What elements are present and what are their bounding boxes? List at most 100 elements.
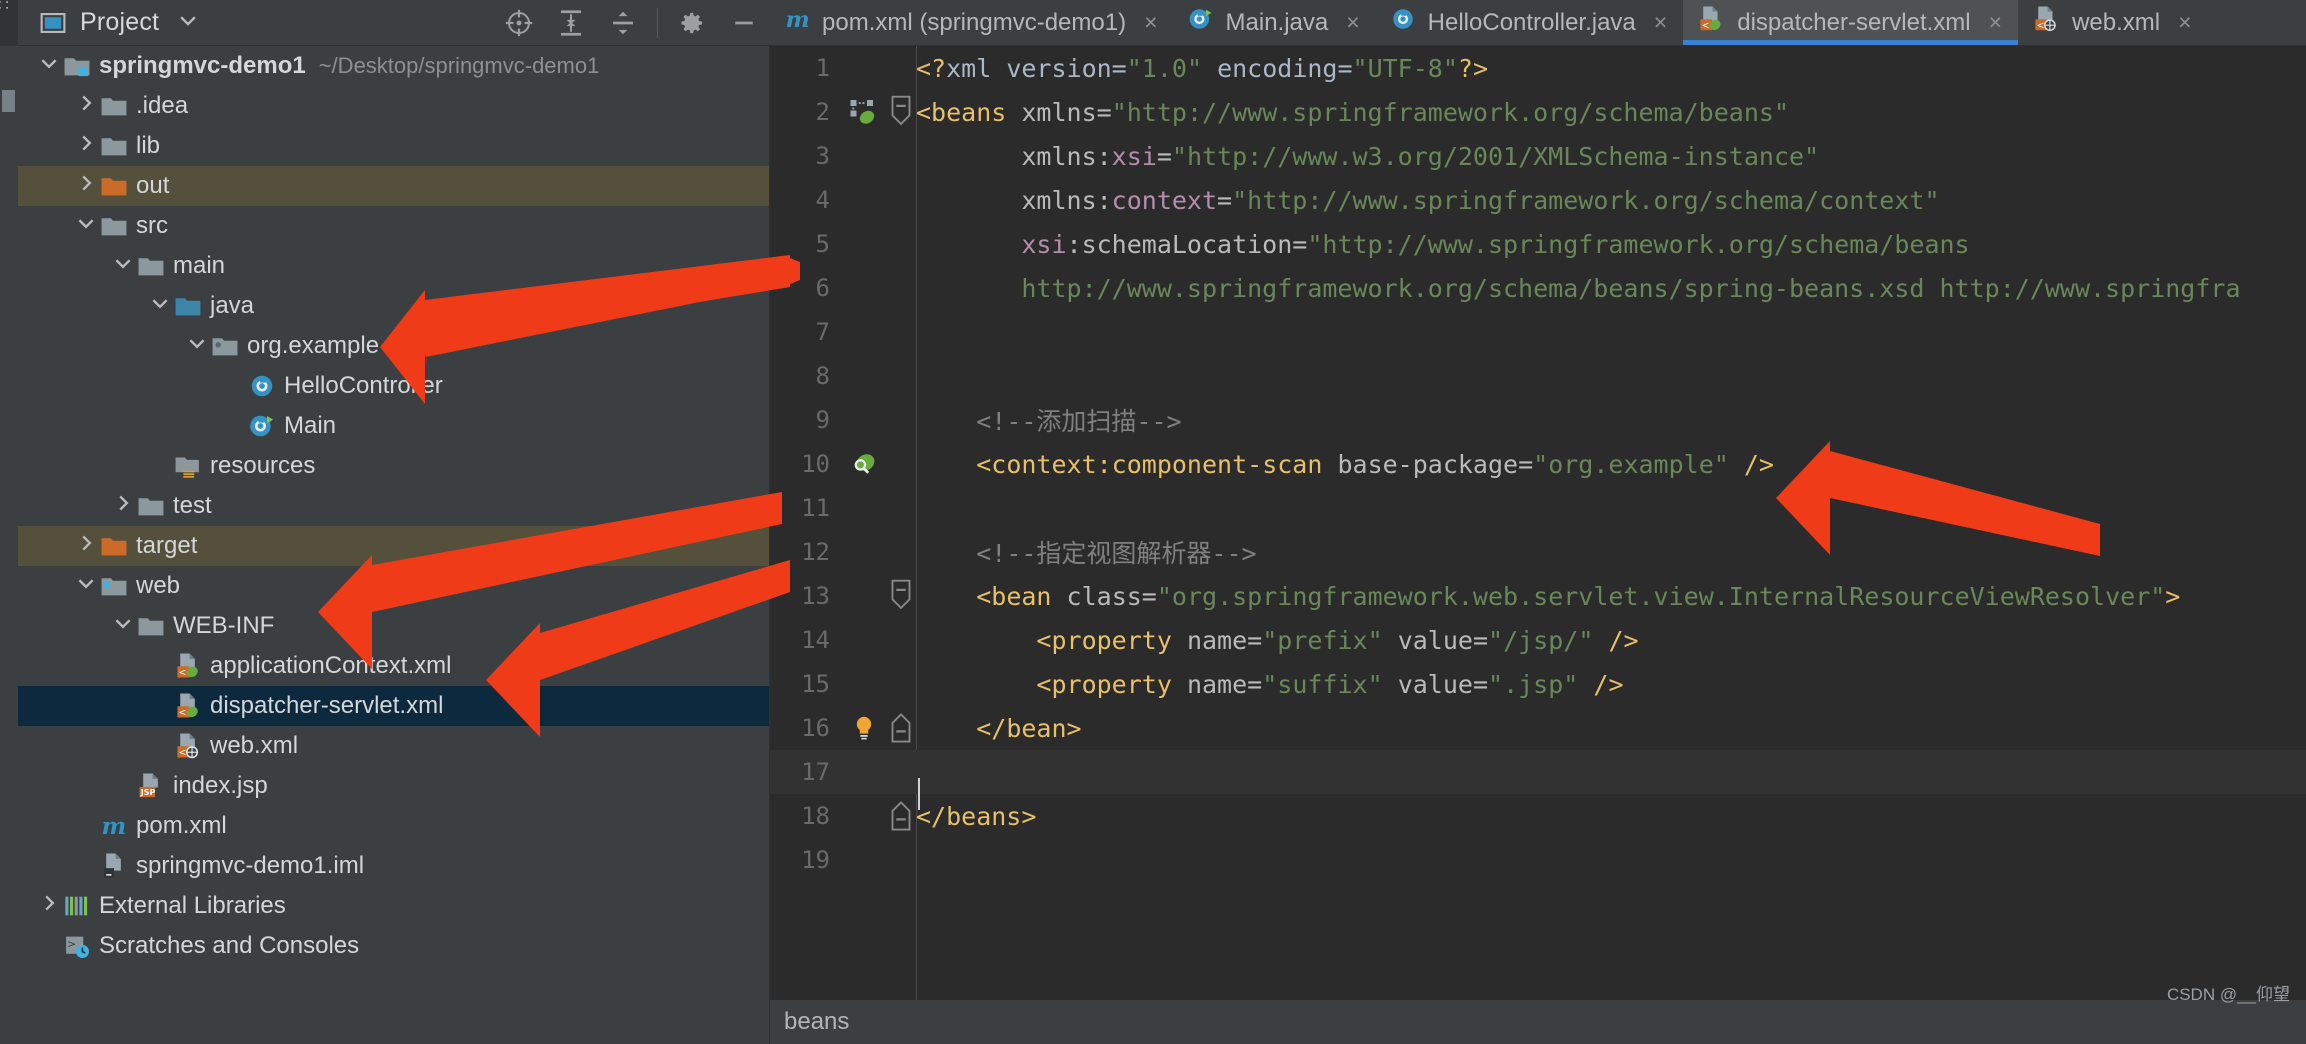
close-icon[interactable]: × [1144, 11, 1157, 34]
tree-row-web-inf[interactable]: WEB-INF [18, 606, 769, 646]
close-icon[interactable]: × [1346, 11, 1359, 34]
chevron-down-icon[interactable] [73, 212, 99, 240]
fold-toggle[interactable] [886, 799, 916, 833]
code-token: ?> [1457, 53, 1488, 83]
spring-scan-icon[interactable] [842, 449, 886, 479]
tree-row-hellocontroller[interactable]: HelloController [18, 366, 769, 406]
code-line-17[interactable]: 17 [770, 750, 2306, 810]
tab-dispatcher-servlet-xml[interactable]: < dispatcher-servlet.xml × [1683, 0, 2019, 45]
locate-icon[interactable] [502, 6, 536, 40]
code-line-16[interactable]: 16 </bean> [770, 706, 2306, 750]
code-line-19[interactable]: 19 [770, 838, 2306, 882]
chevron-down-icon[interactable] [73, 572, 99, 600]
tree-row-springmvc-demo1-iml[interactable]: springmvc-demo1.iml [18, 846, 769, 886]
tree-row-main[interactable]: Main [18, 406, 769, 446]
project-panel-header: Project [18, 0, 770, 46]
chevron-right-icon[interactable] [73, 172, 99, 200]
tree-row-main[interactable]: main [18, 246, 769, 286]
tree-row-java[interactable]: java [18, 286, 769, 326]
code-token: "UTF-8" [1352, 53, 1458, 83]
tree-row-target[interactable]: target [18, 526, 769, 566]
code-editor[interactable]: 1 <?xml version="1.0" encoding="UTF-8"?> 2… [770, 46, 2306, 1044]
code-line-13[interactable]: 13 <bean class="org.springframework.web.… [770, 574, 2306, 618]
code-token: "org.springframework.web.servlet.view.In… [1156, 581, 2166, 611]
chevron-right-icon[interactable] [110, 492, 136, 520]
code-line-15[interactable]: 15 <property name="suffix" value=".jsp" … [770, 662, 2306, 706]
fold-toggle[interactable] [886, 95, 916, 129]
close-icon[interactable]: × [1654, 11, 1667, 34]
code-line-11[interactable]: 11 [770, 486, 2306, 530]
tab-hellocontroller-java[interactable]: HelloController.java × [1376, 0, 1684, 45]
code-line-7[interactable]: 7 [770, 310, 2306, 354]
code-line-6[interactable]: 6 http://www.springframework.org/schema/… [770, 266, 2306, 310]
chevron-right-icon[interactable] [73, 532, 99, 560]
tree-row-web-xml[interactable]: < web.xml [18, 726, 769, 766]
lightbulb-icon[interactable] [842, 714, 886, 742]
tree-row-resources[interactable]: resources [18, 446, 769, 486]
chevron-down-icon[interactable] [110, 612, 136, 640]
chevron-right-icon[interactable] [73, 132, 99, 160]
chevron-down-icon[interactable] [36, 52, 62, 80]
tab-web-xml[interactable]: < web.xml × [2018, 0, 2207, 45]
left-tool-strip[interactable]: ::: [0, 0, 18, 112]
tree-row-lib[interactable]: lib [18, 126, 769, 166]
code-line-1[interactable]: 1 <?xml version="1.0" encoding="UTF-8"?> [770, 46, 2306, 90]
code-line-3[interactable]: 3 xmlns:xsi="http://www.w3.org/2001/XMLS… [770, 134, 2306, 178]
fold-toggle[interactable] [886, 711, 916, 745]
close-icon[interactable]: × [2178, 11, 2191, 34]
close-icon[interactable]: × [1989, 11, 2002, 34]
chevron-right-icon[interactable] [73, 92, 99, 120]
java-class-run-icon [1188, 6, 1214, 39]
chevron-down-icon[interactable] [147, 292, 173, 320]
code-token: xsi [1021, 229, 1067, 259]
code-text: <!--添加扫描--> [916, 402, 1181, 438]
code-line-12[interactable]: 12 <!--指定视图解析器--> [770, 530, 2306, 574]
project-tree[interactable]: springmvc-demo1 ~/Desktop/springmvc-demo1… [18, 46, 770, 1044]
tab-pom-xml[interactable]: m pom.xml (springmvc-demo1) × [770, 0, 1174, 45]
code-line-14[interactable]: 14 <property name="prefix" value="/jsp/"… [770, 618, 2306, 662]
minimize-icon[interactable] [727, 6, 761, 40]
code-line-18[interactable]: 18 </beans> [770, 794, 2306, 838]
tree-row-idea[interactable]: .idea [18, 86, 769, 126]
tree-row-test[interactable]: test [18, 486, 769, 526]
code-line-4[interactable]: 4 xmlns:context="http://www.springframew… [770, 178, 2306, 222]
tree-row-web[interactable]: web [18, 566, 769, 606]
chevron-right-icon[interactable] [36, 892, 62, 920]
tree-row-external-libraries[interactable]: External Libraries [18, 886, 769, 926]
code-line-5[interactable]: 5 xsi:schemaLocation="http://www.springf… [770, 222, 2306, 266]
tree-row-scratches-and-consoles[interactable]: > Scratches and Consoles [18, 926, 769, 966]
editor-tabs: m pom.xml (springmvc-demo1) × Main.java … [770, 0, 2306, 46]
code-line-2[interactable]: 2 <beans xmlns="http://www.springframewor… [770, 90, 2306, 134]
code-line-9[interactable]: 9 <!--添加扫描--> [770, 398, 2306, 442]
maven-icon: m [99, 812, 129, 840]
tree-row-org-example[interactable]: org.example [18, 326, 769, 366]
tree-row-src[interactable]: src [18, 206, 769, 246]
chevron-down-icon[interactable] [177, 9, 199, 36]
tree-row-label: springmvc-demo1 [99, 52, 306, 79]
code-token: /> [1608, 625, 1639, 655]
code-line-8[interactable]: 8 [770, 354, 2306, 398]
tree-row-springmvc-demo1[interactable]: springmvc-demo1 ~/Desktop/springmvc-demo1 [18, 46, 769, 86]
svg-text:>: > [67, 938, 76, 951]
gear-icon[interactable] [675, 6, 709, 40]
spring-bean-icon[interactable] [842, 97, 886, 127]
tree-row-index-jsp[interactable]: JSP index.jsp [18, 766, 769, 806]
collapse-all-icon[interactable] [606, 6, 640, 40]
chevron-down-icon[interactable] [110, 252, 136, 280]
fold-toggle[interactable] [886, 579, 916, 613]
folder-icon [136, 612, 166, 640]
tree-row-pom-xml[interactable]: m pom.xml [18, 806, 769, 846]
breadcrumb[interactable]: beans [770, 1008, 849, 1036]
tab-main-java[interactable]: Main.java × [1174, 0, 1376, 45]
code-area[interactable]: 1 <?xml version="1.0" encoding="UTF-8"?> 2… [770, 46, 2306, 1000]
tree-row-dispatcher-servlet-xml[interactable]: < dispatcher-servlet.xml [18, 686, 769, 726]
code-line-10[interactable]: 10 <context:component-scan base-package=… [770, 442, 2306, 486]
tree-row-out[interactable]: out [18, 166, 769, 206]
tree-row-applicationcontext-xml[interactable]: < applicationContext.xml [18, 646, 769, 686]
tree-row-label: web [136, 572, 181, 599]
expand-all-icon[interactable] [554, 6, 588, 40]
chevron-down-icon[interactable] [184, 332, 210, 360]
